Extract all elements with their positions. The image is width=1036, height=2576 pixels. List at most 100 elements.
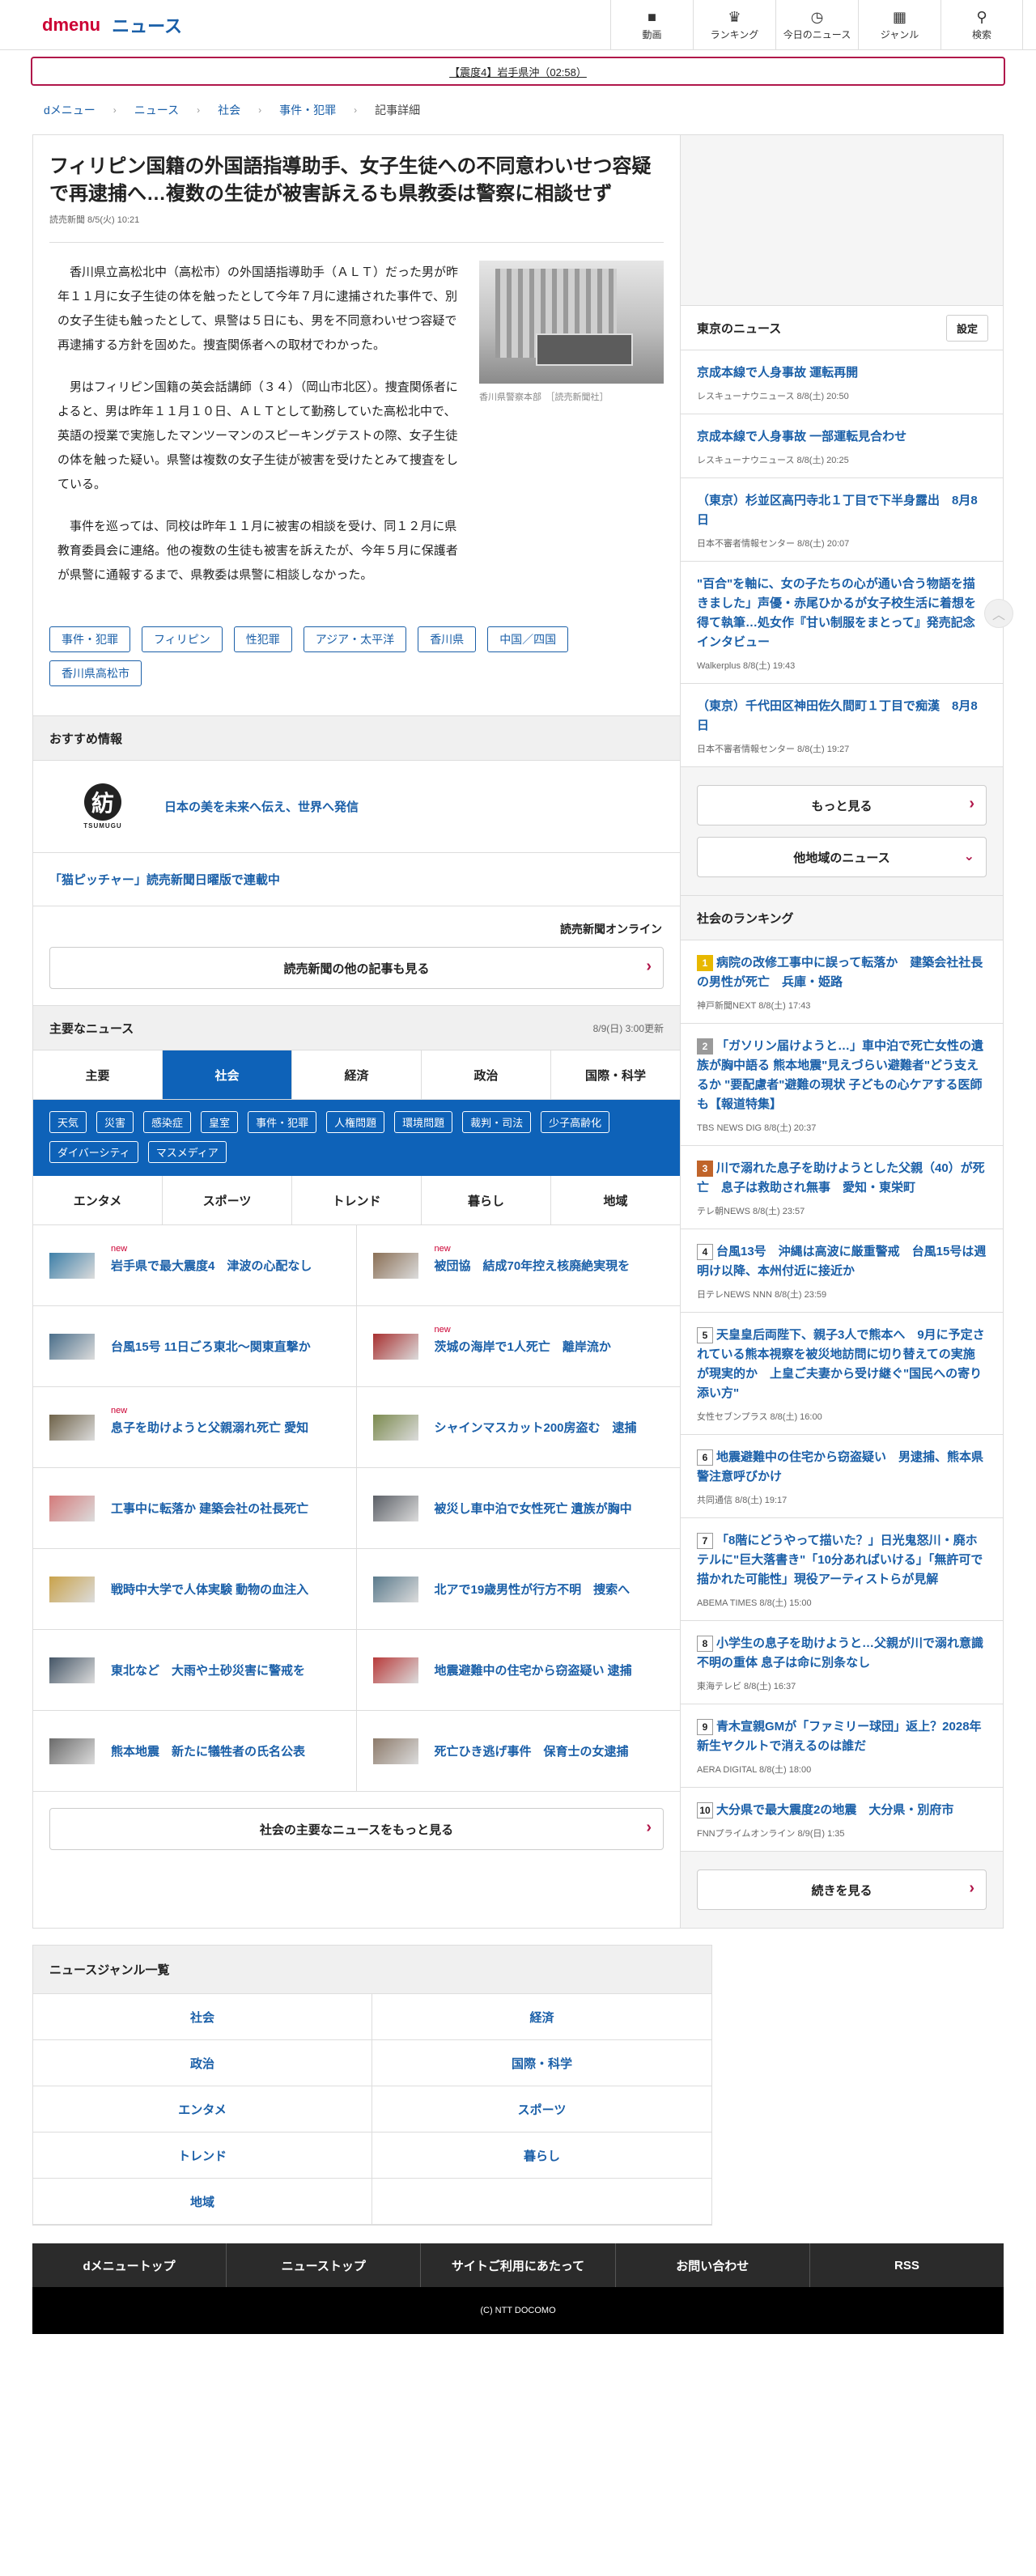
ranking-title[interactable]: 「ガソリン届けようと…」車中泊で死亡女性の遺族が胸中語る 熊本地震"見えづらい避…	[697, 1039, 983, 1111]
ranking-title-row[interactable]: 6 地震避難中の住宅から窃盗疑い 男逮捕、熊本県警注意呼びかけ	[697, 1448, 987, 1487]
yomiuri-more-button[interactable]: 読売新聞の他の記事も見る ›	[49, 947, 664, 989]
police-hq-photo[interactable]	[479, 261, 664, 384]
ranking-title[interactable]: 大分県で最大震度2の地震 大分県・別府市	[716, 1803, 953, 1817]
header-nav-video[interactable]: ■ 動画	[610, 0, 693, 49]
tab-5[interactable]: 国際・科学	[551, 1050, 680, 1099]
article-tag[interactable]: 中国／四国	[487, 626, 569, 652]
tokyo-more-button[interactable]: もっと見る ›	[697, 785, 987, 825]
ranking-title[interactable]: 台風13号 沖縄は高波に厳重警戒 台風15号は週明け以降、本州付近に接近か	[697, 1245, 986, 1278]
news-item-title[interactable]: シャインマスカット200房盗む 逮捕	[435, 1419, 637, 1436]
subtag[interactable]: ダイバーシティ	[49, 1141, 138, 1163]
genre-link[interactable]: 地域	[33, 2179, 372, 2225]
news-item[interactable]: 息子を助けようと父親溺れ死亡 愛知 new	[33, 1387, 357, 1468]
news-item-title[interactable]: 台風15号 11日ごろ東北〜関東直撃か	[111, 1338, 311, 1355]
news-thumbnail[interactable]	[372, 1495, 418, 1521]
subtag[interactable]: マスメディア	[147, 1141, 227, 1163]
other-region-button[interactable]: 他地域のニュース ⌄	[697, 837, 987, 877]
recommend-item-2[interactable]: 「猫ピッチャー」読売新聞日曜版で連載中	[33, 853, 680, 906]
news-item[interactable]: 熊本地震 新たに犠牲者の氏名公表	[33, 1711, 357, 1792]
news-item[interactable]: 工事中に転落か 建築会社の社長死亡	[33, 1468, 357, 1549]
scroll-top-button[interactable]: ︿	[984, 599, 1013, 628]
tab-2[interactable]: 社会	[163, 1050, 292, 1099]
ranking-item[interactable]: 3 川で溺れた息子を助けようとした父親（40）が死亡 息子は救助され無事 愛知・東…	[681, 1146, 1003, 1229]
header-nav-search[interactable]: ⚲ 検索	[940, 0, 1023, 49]
ranking-title[interactable]: 青木宣親GMが「ファミリー球団」返上？2028年新生ヤクルトで消えるのは誰だ	[697, 1720, 982, 1753]
tokyo-news-title[interactable]: 京成本線で人身事故 運転再開	[697, 366, 858, 380]
tokyo-news-title[interactable]: 京成本線で人身事故 一部運転見合わせ	[697, 430, 906, 443]
genre-link[interactable]: 政治	[33, 2040, 372, 2086]
tab-2[interactable]: スポーツ	[163, 1176, 292, 1224]
tokyo-news-item[interactable]: （東京）千代田区神田佐久間町１丁目で痴漢 8月8日 日本不審者情報センター 8/8…	[681, 684, 1003, 767]
ranking-title-row[interactable]: 8 小学生の息子を助けようと…父親が川で溺れ意識不明の重体 息子は命に別条なし	[697, 1634, 987, 1673]
footer-link[interactable]: RSS	[810, 2243, 1004, 2287]
ranking-item[interactable]: 2 「ガソリン届けようと…」車中泊で死亡女性の遺族が胸中語る 熊本地震"見えづらい…	[681, 1024, 1003, 1146]
genre-link[interactable]: 国際・科学	[372, 2040, 711, 2086]
news-item-title[interactable]: 岩手県で最大震度4 津波の心配なし new	[111, 1244, 312, 1274]
news-item[interactable]: 岩手県で最大震度4 津波の心配なし new	[33, 1225, 357, 1306]
news-thumbnail[interactable]	[372, 1657, 418, 1683]
news-thumbnail[interactable]	[49, 1252, 95, 1279]
ranking-title-row[interactable]: 2 「ガソリン届けようと…」車中泊で死亡女性の遺族が胸中語る 熊本地震"見えづらい…	[697, 1037, 987, 1114]
ranking-item[interactable]: 10 大分県で最大震度2の地震 大分県・別府市 FNNプライムオンライン 8/9(日…	[681, 1788, 1003, 1852]
ranking-title-row[interactable]: 9 青木宣親GMが「ファミリー球団」返上？2028年新生ヤクルトで消えるのは誰だ	[697, 1717, 987, 1756]
tab-4[interactable]: 政治	[422, 1050, 551, 1099]
article-tag[interactable]: フィリピン	[142, 626, 223, 652]
article-tag[interactable]: アジア・太平洋	[303, 626, 407, 652]
ranking-item[interactable]: 6 地震避難中の住宅から窃盗疑い 男逮捕、熊本県警注意呼びかけ 共同通信 8/8(土…	[681, 1435, 1003, 1518]
ranking-title-row[interactable]: 3 川で溺れた息子を助けようとした父親（40）が死亡 息子は救助され無事 愛知・東…	[697, 1159, 987, 1198]
article-tag[interactable]: 香川県	[418, 626, 477, 652]
tokyo-settings-button[interactable]: 設定	[945, 314, 988, 342]
ranking-title-row[interactable]: 7 「8階にどうやって描いた？」日光鬼怒川・廃ホテルに"巨大落書き"「10分あれば…	[697, 1531, 987, 1589]
news-thumbnail[interactable]	[372, 1738, 418, 1764]
tokyo-news-title[interactable]: "百合"を軸に、女の子たちの心が通い合う物語を描きました」声優・赤尾ひかるが女子…	[697, 577, 976, 649]
tokyo-news-title[interactable]: （東京）杉並区高円寺北１丁目で下半身露出 8月8日	[697, 494, 978, 527]
footer-link[interactable]: dメニュートップ	[32, 2243, 227, 2287]
news-thumbnail[interactable]	[49, 1576, 95, 1602]
footer-link[interactable]: サイトご利用にあたって	[421, 2243, 616, 2287]
recommend-item-tsumugi[interactable]: 紡 TSUMUGU 日本の美を未来へ伝え、世界へ発信	[33, 761, 680, 853]
header-nav-trophy[interactable]: ♛ ランキング	[693, 0, 775, 49]
news-item[interactable]: 戦時中大学で人体実験 動物の血注入	[33, 1549, 357, 1630]
breadcrumb-item[interactable]: ニュース	[134, 102, 179, 118]
footer-link[interactable]: ニューストップ	[227, 2243, 422, 2287]
ranking-item[interactable]: 1 病院の改修工事中に誤って転落か 建築会社社長の男性が死亡 兵庫・姫路 神戸新聞N…	[681, 940, 1003, 1024]
ranking-title-row[interactable]: 5 天皇皇后両陛下、親子3人で熊本へ 9月に予定されている熊本視察を被災地訪問に切…	[697, 1326, 987, 1403]
news-item[interactable]: 被災し車中泊で女性死亡 遺族が胸中	[356, 1468, 680, 1549]
genre-link[interactable]: 暮らし	[372, 2133, 711, 2179]
ranking-title[interactable]: 天皇皇后両陛下、親子3人で熊本へ 9月に予定されている熊本視察を被災地訪問に切り…	[697, 1328, 985, 1400]
ranking-item[interactable]: 9 青木宣親GMが「ファミリー球団」返上？2028年新生ヤクルトで消えるのは誰だ A…	[681, 1704, 1003, 1788]
news-item-title[interactable]: 地震避難中の住宅から窃盗疑い 逮捕	[435, 1661, 632, 1678]
tokyo-news-item[interactable]: （東京）杉並区高円寺北１丁目で下半身露出 8月8日 日本不審者情報センター 8/8…	[681, 478, 1003, 562]
genre-link[interactable]: 経済	[372, 1994, 711, 2040]
recommend-link-2[interactable]: 「猫ピッチャー」読売新聞日曜版で連載中	[49, 871, 280, 888]
news-item-title[interactable]: 北アで19歳男性が行方不明 捜索へ	[435, 1581, 631, 1598]
ranking-title[interactable]: 「8階にどうやって描いた？」日光鬼怒川・廃ホテルに"巨大落書き"「10分あればい…	[697, 1534, 983, 1586]
news-thumbnail[interactable]	[372, 1333, 418, 1360]
subtag[interactable]: 天気	[49, 1111, 87, 1133]
breadcrumb-item[interactable]: 事件・犯罪	[279, 102, 336, 118]
tokyo-news-item[interactable]: 京成本線で人身事故 一部運転見合わせ レスキューナウニュース 8/8(土) 20:…	[681, 414, 1003, 478]
news-item-title[interactable]: 東北など 大雨や土砂災害に警戒を	[111, 1661, 305, 1678]
news-thumbnail[interactable]	[372, 1414, 418, 1441]
subtag[interactable]: 裁判・司法	[462, 1111, 532, 1133]
alert-text[interactable]: 【震度4】岩手県沖（02:58）	[449, 64, 587, 79]
dmenu-logo[interactable]: dmenu	[42, 15, 100, 36]
recommend-link-1[interactable]: 日本の美を未来へ伝え、世界へ発信	[164, 798, 359, 815]
footer-link[interactable]: お問い合わせ	[616, 2243, 810, 2287]
header-nav-clock[interactable]: ◷ 今日のニュース	[775, 0, 858, 49]
tab-3[interactable]: 経済	[292, 1050, 422, 1099]
news-item[interactable]: 死亡ひき逃げ事件 保育士の女逮捕	[356, 1711, 680, 1792]
subtag[interactable]: 感染症	[143, 1111, 192, 1133]
tab-1[interactable]: エンタメ	[33, 1176, 163, 1224]
news-item-title[interactable]: 戦時中大学で人体実験 動物の血注入	[111, 1581, 308, 1598]
news-thumbnail[interactable]	[49, 1414, 95, 1441]
news-item-title[interactable]: 息子を助けようと父親溺れ死亡 愛知 new	[111, 1406, 308, 1436]
news-item-title[interactable]: 工事中に転落か 建築会社の社長死亡	[111, 1500, 308, 1517]
article-tag[interactable]: 性犯罪	[233, 626, 292, 652]
article-tag[interactable]: 事件・犯罪	[49, 626, 130, 652]
news-thumbnail[interactable]	[372, 1252, 418, 1279]
tokyo-news-item[interactable]: "百合"を軸に、女の子たちの心が通い合う物語を描きました」声優・赤尾ひかるが女子…	[681, 562, 1003, 684]
news-thumbnail[interactable]	[49, 1495, 95, 1521]
breadcrumb-item[interactable]: dメニュー	[44, 102, 96, 118]
ranking-item[interactable]: 8 小学生の息子を助けようと…父親が川で溺れ意識不明の重体 息子は命に別条なし 東海…	[681, 1621, 1003, 1704]
